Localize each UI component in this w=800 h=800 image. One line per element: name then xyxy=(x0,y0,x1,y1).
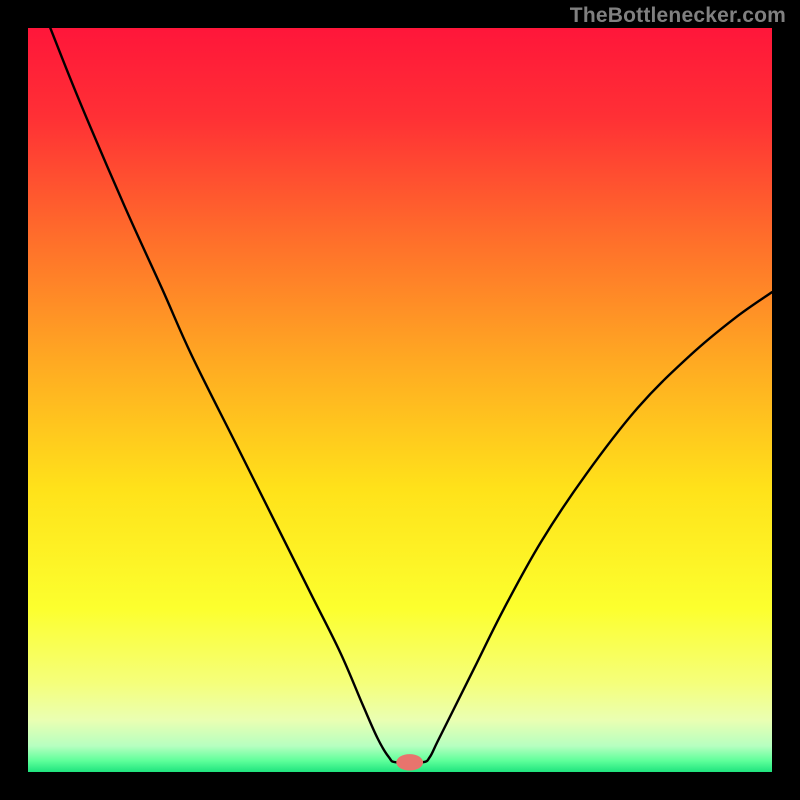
watermark-text: TheBottlenecker.com xyxy=(570,4,786,28)
minimum-marker xyxy=(396,754,423,770)
plot-area xyxy=(28,28,772,772)
bottleneck-chart xyxy=(28,28,772,772)
chart-page: TheBottlenecker.com xyxy=(0,0,800,800)
gradient-background xyxy=(28,28,772,772)
